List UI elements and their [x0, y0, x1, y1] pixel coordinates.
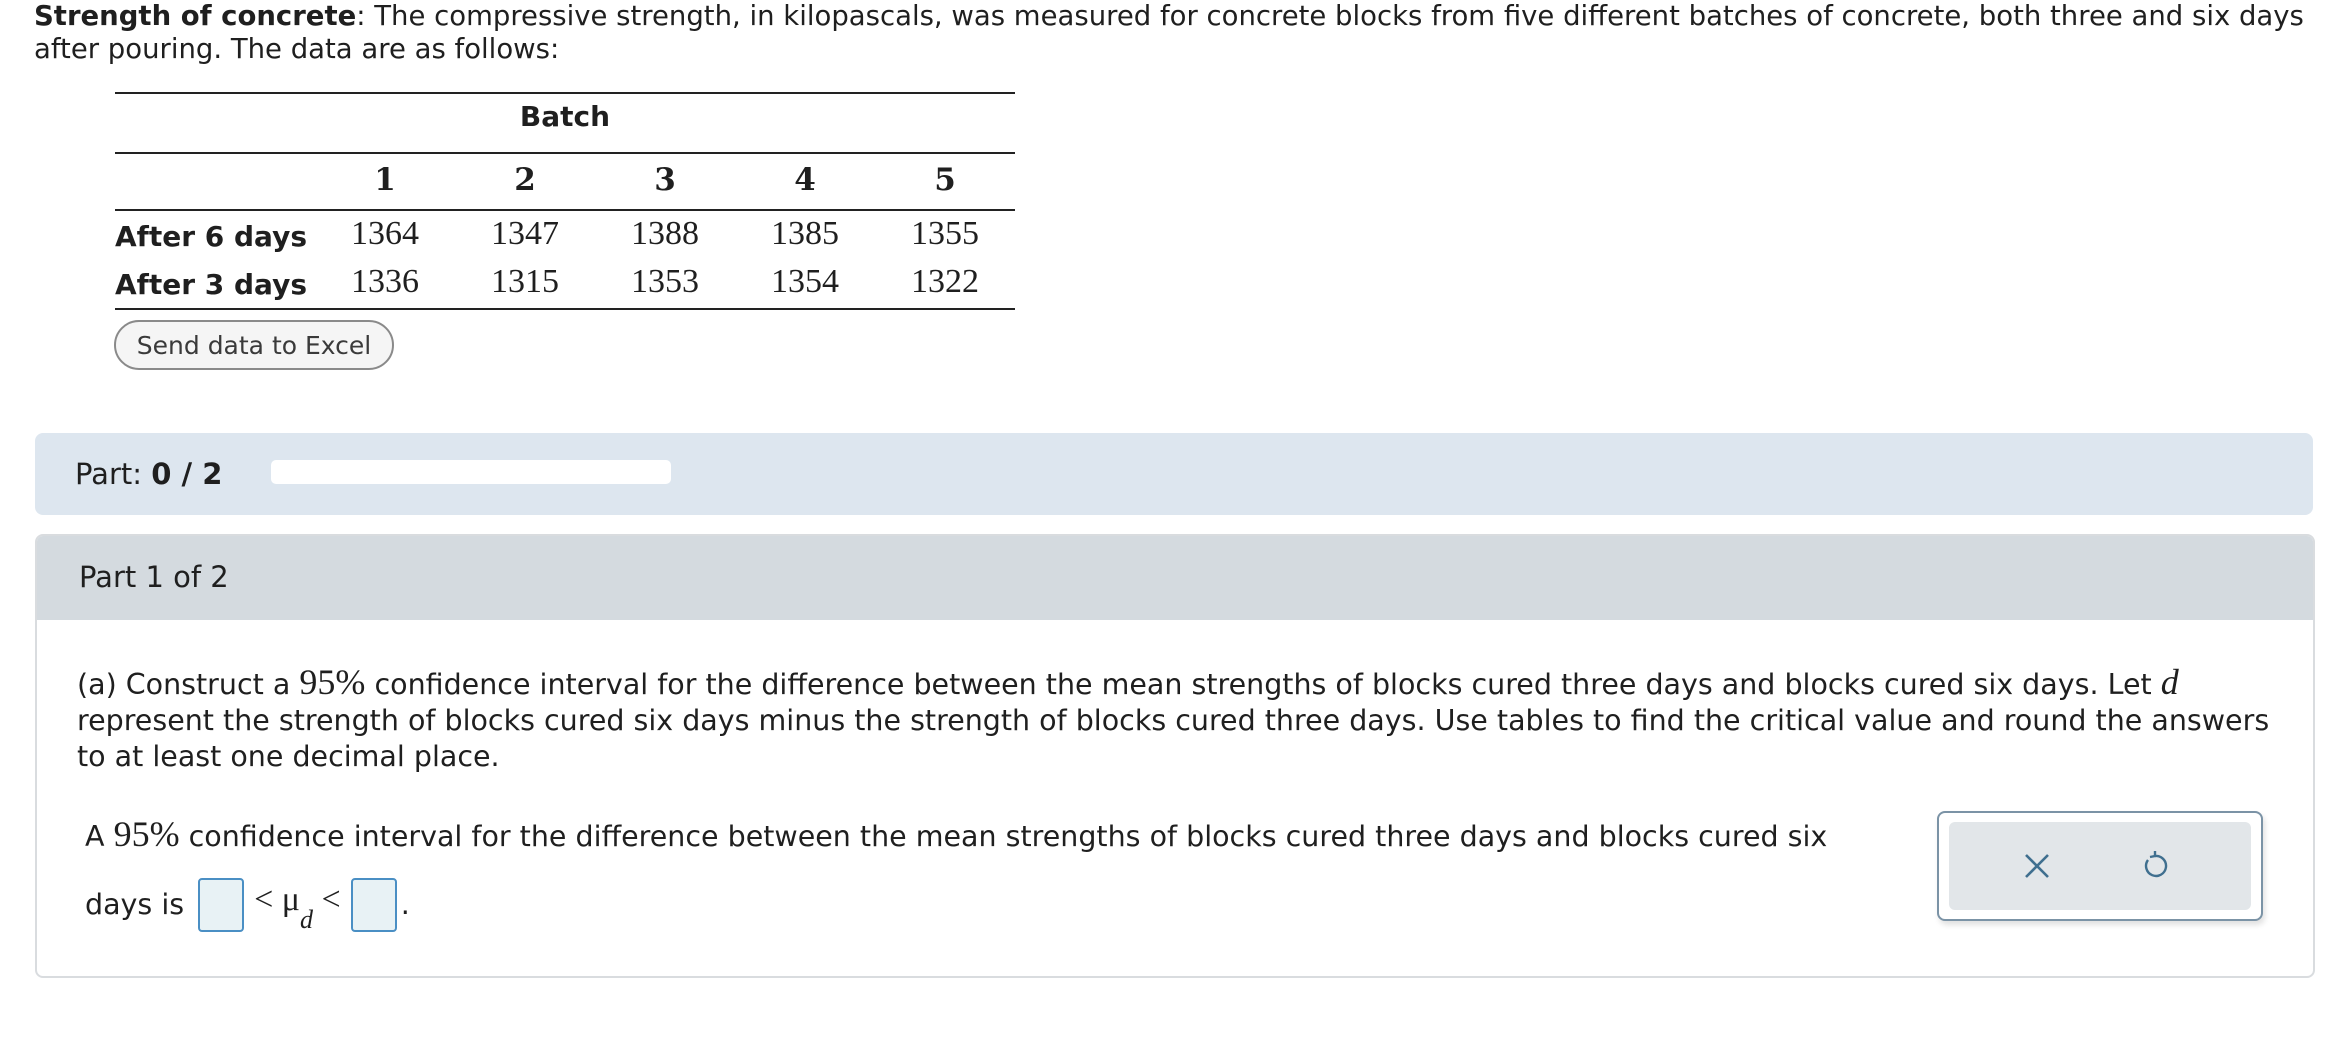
part-progress-label: Part: 0 / 2 — [75, 457, 222, 491]
table-cell: 1336 — [351, 263, 419, 300]
part-panel: Part 1 of 2 (a) Construct a 95% confiden… — [35, 534, 2315, 978]
table-cell: 1388 — [631, 215, 699, 252]
answer-toolbox — [1937, 811, 2263, 921]
question-prefix: (a) Construct a — [77, 668, 291, 701]
upper-bound-input[interactable] — [350, 877, 397, 932]
question-text: (a) Construct a 95% confidence interval … — [77, 664, 2277, 775]
column-header: 1 — [374, 162, 396, 198]
confidence-level: 95% — [299, 662, 366, 702]
less-than-symbol: < — [321, 881, 341, 918]
table-columns-rule — [115, 209, 1015, 211]
table-cell: 1355 — [911, 215, 979, 252]
clear-button[interactable] — [2007, 836, 2067, 896]
less-than-symbol: < — [254, 881, 274, 918]
lower-bound-input[interactable] — [198, 877, 245, 932]
mu-subscript: d — [300, 904, 314, 934]
send-to-excel-button[interactable]: Send data to Excel — [114, 320, 394, 370]
close-icon — [2025, 854, 2049, 878]
table-cell: 1385 — [771, 215, 839, 252]
answer-text: confidence interval for the difference b… — [188, 820, 1828, 853]
variable-d: d — [2160, 662, 2179, 702]
part-label: Part: — [75, 457, 143, 491]
table-bottom-rule — [115, 308, 1015, 310]
mu-d-symbol: < μd < — [254, 870, 341, 940]
problem-description: : The compressive strength, in kilopasca… — [34, 0, 2304, 65]
part-count: 0 / 2 — [151, 457, 223, 491]
column-header: 4 — [794, 162, 816, 198]
part-panel-header: Part 1 of 2 — [37, 536, 2313, 620]
period: . — [400, 887, 410, 921]
batch-header: Batch — [519, 100, 611, 133]
column-header: 5 — [934, 162, 956, 198]
row-label: After 6 days — [115, 220, 308, 253]
undo-button[interactable] — [2125, 836, 2185, 896]
answer-prefix: A — [85, 820, 105, 853]
table-cell: 1315 — [491, 263, 559, 300]
table-cell: 1354 — [771, 263, 839, 300]
answer-statement: A 95% confidence interval for the differ… — [85, 816, 1827, 855]
column-header: 3 — [654, 162, 676, 198]
table-header-rule — [115, 152, 1015, 154]
mu-symbol: μ — [281, 881, 301, 918]
toolbox-inner — [1949, 822, 2251, 910]
row-label: After 3 days — [115, 268, 308, 301]
progress-track — [271, 460, 671, 484]
question-instructions: represent the strength of blocks cured s… — [77, 704, 2270, 773]
part-progress-bar: Part: 0 / 2 — [35, 433, 2313, 515]
table-cell: 1353 — [631, 263, 699, 300]
answer-days-is: days is — [85, 887, 185, 921]
column-header: 2 — [514, 162, 536, 198]
answer-input-row: days is < μd < . — [85, 870, 410, 940]
table-cell: 1347 — [491, 215, 559, 252]
table-cell: 1322 — [911, 263, 979, 300]
answer-confidence-level: 95% — [113, 814, 180, 854]
problem-intro: Strength of concrete: The compressive st… — [34, 0, 2314, 66]
table-top-rule — [115, 92, 1015, 94]
undo-icon — [2144, 851, 2168, 878]
question-body: confidence interval for the difference b… — [374, 668, 2152, 701]
problem-title: Strength of concrete — [34, 0, 357, 32]
table-cell: 1364 — [351, 215, 419, 252]
part-heading: Part 1 of 2 — [79, 560, 229, 594]
